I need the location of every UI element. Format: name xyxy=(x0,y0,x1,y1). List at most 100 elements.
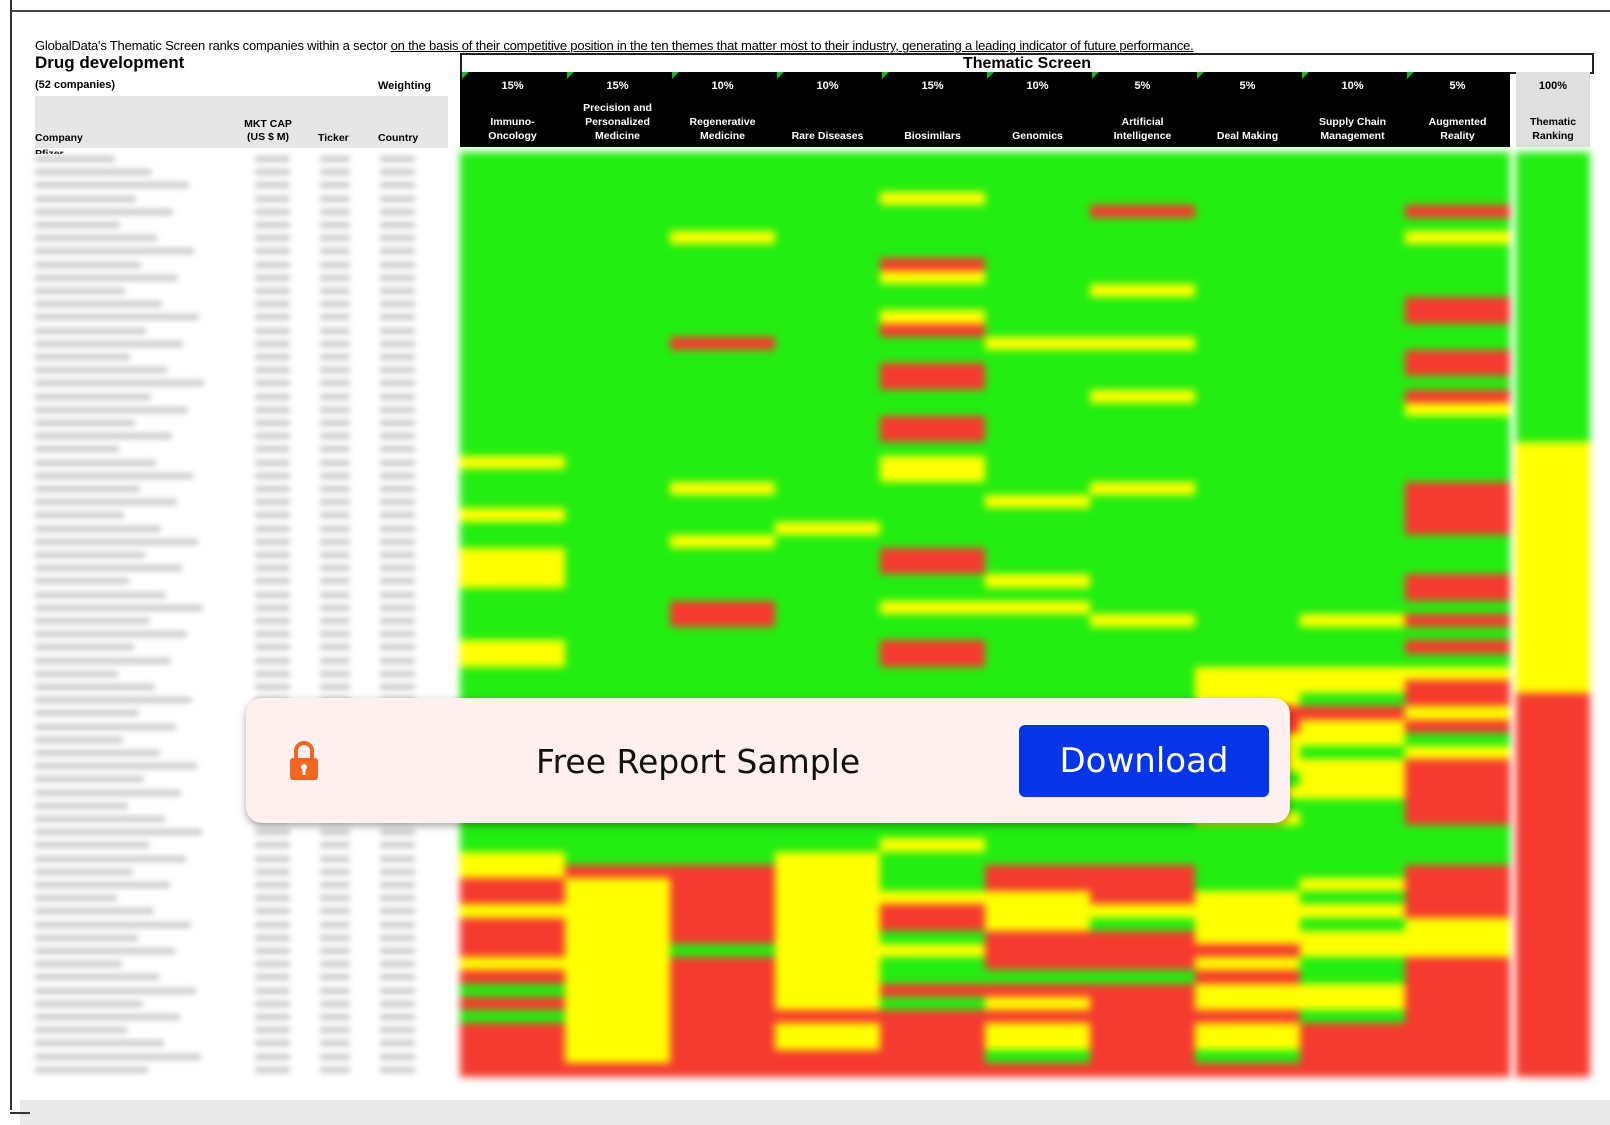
blurred-row-text xyxy=(320,446,350,453)
heatmap-cell xyxy=(1195,891,1300,906)
heatmap-cell xyxy=(985,1049,1090,1064)
heatmap-cell xyxy=(1300,891,1405,906)
heatmap-cell xyxy=(460,350,565,365)
ranking-cell xyxy=(1516,548,1590,563)
blurred-row-text xyxy=(35,987,196,994)
blurred-row-text xyxy=(320,525,350,532)
heatmap-cell xyxy=(670,350,775,365)
heatmap-cell xyxy=(1405,1036,1510,1051)
blurred-row-text xyxy=(255,380,290,387)
heatmap-cell xyxy=(1090,561,1195,576)
heatmap-cell xyxy=(985,653,1090,668)
heatmap-cell xyxy=(670,627,775,642)
ranking-cell xyxy=(1516,693,1590,708)
heatmap-cell xyxy=(985,548,1090,563)
heatmap-cell xyxy=(670,442,775,457)
heatmap-cell xyxy=(460,983,565,998)
heatmap-cell xyxy=(1090,402,1195,417)
blurred-row-text xyxy=(255,895,290,902)
heatmap-cell xyxy=(460,996,565,1011)
blurred-row-text xyxy=(255,631,290,638)
ranking-cell xyxy=(1516,600,1590,615)
heatmap-cell xyxy=(565,930,670,945)
heatmap-cell xyxy=(1090,1036,1195,1051)
heatmap-cell xyxy=(1090,970,1195,985)
heatmap-cell xyxy=(565,323,670,338)
column-header-mktcap: MKT CAP (US $ M) xyxy=(238,118,298,144)
blurred-row-text xyxy=(380,208,415,215)
heatmap-cell xyxy=(880,336,985,351)
heatmap-cell xyxy=(565,878,670,893)
heatmap-cell xyxy=(985,231,1090,246)
heatmap-cell xyxy=(985,270,1090,285)
blurred-row-text xyxy=(35,591,166,598)
theme-name: Genomics xyxy=(987,129,1088,143)
heatmap-cell xyxy=(1405,350,1510,365)
heatmap-cell xyxy=(1300,600,1405,615)
heatmap-cell xyxy=(1300,508,1405,523)
heatmap-cell xyxy=(775,574,880,589)
heatmap-cell xyxy=(1405,772,1510,787)
heatmap-cell xyxy=(1405,930,1510,945)
heatmap-cell xyxy=(1195,1023,1300,1038)
heatmap-cell xyxy=(460,284,565,299)
heatmap-cell xyxy=(460,878,565,893)
blurred-row-text xyxy=(35,789,181,796)
heatmap-cell xyxy=(1195,468,1300,483)
lock-icon xyxy=(290,741,318,780)
heatmap-cell xyxy=(880,561,985,576)
download-button[interactable]: Download xyxy=(1019,725,1269,797)
heatmap-cell xyxy=(670,178,775,193)
blurred-row-text xyxy=(255,842,290,849)
ranking-cell xyxy=(1516,231,1590,246)
bottom-left-tick xyxy=(10,1112,30,1114)
ranking-cell xyxy=(1516,482,1590,497)
blurred-row-text xyxy=(255,578,290,585)
blurred-row-text xyxy=(380,367,415,374)
ranking-cell xyxy=(1516,891,1590,906)
heatmap-cell xyxy=(1090,442,1195,457)
heatmap-cell xyxy=(775,231,880,246)
heatmap-cell xyxy=(775,1036,880,1051)
free-sample-text: Free Report Sample xyxy=(536,742,861,781)
heatmap-cell xyxy=(1405,904,1510,919)
heatmap-cell xyxy=(1405,1062,1510,1077)
heatmap-cell xyxy=(985,1036,1090,1051)
heatmap-cell xyxy=(1300,812,1405,827)
heatmap-cell xyxy=(1090,178,1195,193)
heatmap-cell xyxy=(775,270,880,285)
heatmap-cell xyxy=(880,640,985,655)
heatmap-cell xyxy=(1405,970,1510,985)
heatmap-cell xyxy=(1300,614,1405,629)
theme-header-8: 10% Supply Chain Management xyxy=(1300,72,1405,147)
heatmap-cell xyxy=(1090,587,1195,602)
heatmap-cell xyxy=(775,257,880,272)
blurred-row-text xyxy=(35,882,170,888)
heatmap-cell xyxy=(985,521,1090,536)
heatmap-cell xyxy=(1300,574,1405,589)
heatmap-cell xyxy=(1195,402,1300,417)
heatmap-cell xyxy=(670,508,775,523)
blurred-row-text xyxy=(35,354,130,360)
heatmap-cell xyxy=(880,455,985,470)
heatmap-cell xyxy=(1090,680,1195,695)
heatmap-cell xyxy=(565,165,670,180)
heatmap-cell xyxy=(1195,640,1300,655)
theme-name-line2: Biosimilars xyxy=(904,130,961,142)
heatmap-cell xyxy=(1090,389,1195,404)
blurred-row-text xyxy=(255,882,290,888)
heatmap-cell xyxy=(670,191,775,206)
heatmap-cell xyxy=(775,204,880,219)
heatmap-cell xyxy=(1195,574,1300,589)
heatmap-cell xyxy=(985,165,1090,180)
ranking-cell xyxy=(1516,204,1590,219)
theme-header-5: 10% Genomics xyxy=(985,72,1090,147)
heatmap-cell xyxy=(1405,495,1510,510)
theme-header-6: 5% Artificial Intelligence xyxy=(1090,72,1195,147)
heatmap-cell xyxy=(565,468,670,483)
heatmap-cell xyxy=(1090,574,1195,589)
heatmap-cell xyxy=(775,640,880,655)
heatmap-cell xyxy=(880,429,985,444)
blurred-row-text xyxy=(255,670,290,677)
heatmap-cell xyxy=(1405,270,1510,285)
